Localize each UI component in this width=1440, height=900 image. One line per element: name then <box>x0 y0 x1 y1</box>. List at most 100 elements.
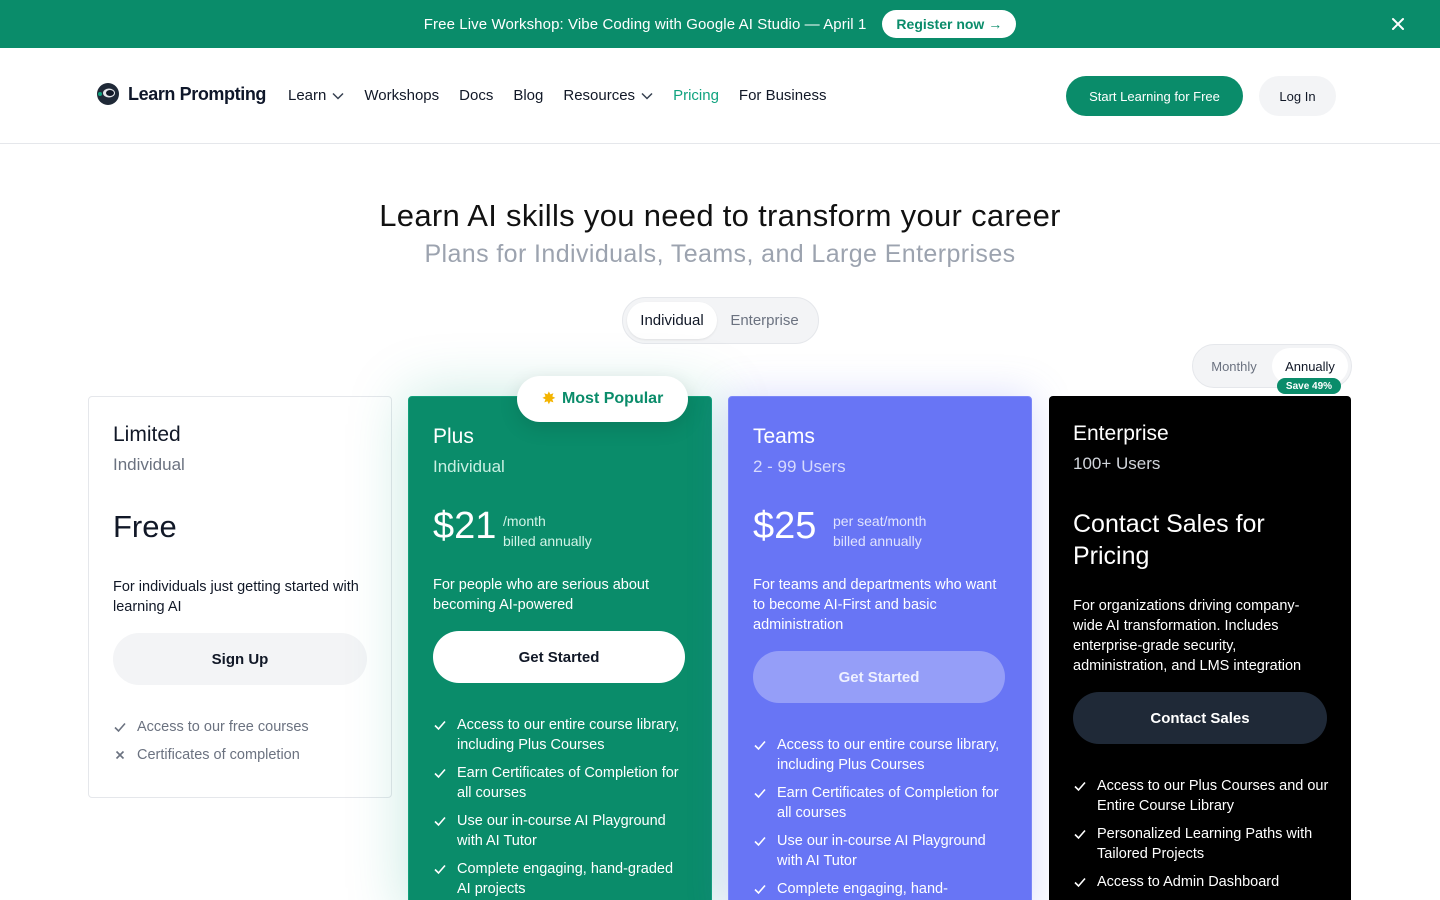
login-button[interactable]: Log In <box>1259 76 1336 116</box>
plan-card-limited: Limited Individual Free For individuals … <box>88 396 392 798</box>
plan-name: Plus <box>433 425 474 448</box>
most-popular-label: Most Popular <box>561 390 664 407</box>
feature-item: Access to our free courses <box>113 717 369 737</box>
check-icon <box>1073 872 1089 892</box>
nav-links: Learn Workshops Docs Blog Resources Pric… <box>288 87 826 104</box>
register-now-button[interactable]: Register now → <box>882 10 1017 38</box>
feature-list: Access to our entire course library, inc… <box>433 715 689 900</box>
check-icon <box>433 811 449 831</box>
feature-list: Access to our Plus Courses and our Entir… <box>1073 776 1329 900</box>
plan-card-teams: Teams 2 - 99 Users $25 per seat/month bi… <box>728 396 1032 900</box>
astronaut-logo-icon <box>97 83 119 105</box>
price-note: billed annually <box>833 533 922 549</box>
nav-for-business[interactable]: For Business <box>739 87 827 104</box>
page-subtitle: Plans for Individuals, Teams, and Large … <box>424 240 1016 268</box>
toggle-individual[interactable]: Individual <box>627 302 717 339</box>
audience-toggle: Individual Enterprise <box>622 297 819 344</box>
top-nav: Learn Prompting Learn Workshops Docs Blo… <box>0 48 1440 144</box>
check-icon <box>113 717 129 737</box>
sparkle-icon: ✸ <box>541 389 556 408</box>
price-unit: /month billed annually <box>503 511 592 551</box>
plan-price: $21 <box>433 505 497 547</box>
price-unit: per seat/month billed annually <box>833 511 926 551</box>
feature-text: Earn Certificates of Completion for all … <box>777 785 999 821</box>
logo[interactable]: Learn Prompting <box>96 82 266 106</box>
promo-banner: Free Live Workshop: Vibe Coding with Goo… <box>0 0 1440 48</box>
check-icon <box>1073 776 1089 796</box>
billing-monthly[interactable]: Monthly <box>1196 348 1272 384</box>
plan-audience: Individual <box>113 455 185 474</box>
nav-blog[interactable]: Blog <box>513 87 543 104</box>
nav-learn-label: Learn <box>288 87 327 104</box>
feature-text: Access to our free courses <box>137 719 309 735</box>
feature-item: Complete engaging, hand- <box>753 879 1009 899</box>
plan-price: Contact Sales for Pricing <box>1073 510 1265 570</box>
feature-item: Personalized Learning Paths with Tailore… <box>1073 824 1329 864</box>
feature-item: Earn Certificates of Completion for all … <box>433 763 689 803</box>
plan-audience: 100+ Users <box>1073 454 1161 473</box>
feature-text: Use our in-course AI Playground with AI … <box>457 813 666 849</box>
feature-item: Access to our Plus Courses and our Entir… <box>1073 776 1329 816</box>
nav-pricing[interactable]: Pricing <box>673 87 719 104</box>
nav-docs[interactable]: Docs <box>459 87 493 104</box>
page-title: Learn AI skills you need to transform yo… <box>379 198 1061 233</box>
plan-name: Enterprise <box>1073 422 1169 445</box>
start-learning-button[interactable]: Start Learning for Free <box>1066 76 1243 116</box>
nav-learn[interactable]: Learn <box>288 87 344 104</box>
plan-name: Teams <box>753 425 815 448</box>
check-icon <box>753 879 769 899</box>
sign-up-button[interactable]: Sign Up <box>113 633 367 685</box>
toggle-enterprise[interactable]: Enterprise <box>717 302 812 339</box>
nav-resources[interactable]: Resources <box>563 87 653 104</box>
check-icon <box>433 859 449 879</box>
plan-price: Free <box>113 509 177 544</box>
feature-item: Use our in-course AI Playground with AI … <box>433 811 689 851</box>
plan-card-enterprise: Enterprise 100+ Users Contact Sales for … <box>1049 396 1351 900</box>
close-icon[interactable] <box>1388 14 1408 34</box>
feature-text: Access to our entire course library, inc… <box>777 737 1000 773</box>
nav-resources-label: Resources <box>563 87 636 104</box>
most-popular-badge: ✸ Most Popular <box>517 376 688 422</box>
feature-item: Certificates of completion <box>113 745 369 765</box>
plan-description: For people who are serious about becomin… <box>433 577 650 613</box>
check-icon <box>1073 824 1089 844</box>
chevron-down-icon <box>332 92 344 100</box>
feature-item: Access to our entire course library, inc… <box>433 715 689 755</box>
plan-name: Limited <box>113 423 181 446</box>
banner-text: Free Live Workshop: Vibe Coding with Goo… <box>423 15 867 33</box>
feature-text: Earn Certificates of Completion for all … <box>457 765 679 801</box>
plan-audience: Individual <box>433 457 505 476</box>
get-started-button[interactable]: Get Started <box>753 651 1005 703</box>
feature-list: Access to our entire course library, inc… <box>753 735 1009 900</box>
feature-text: Access to Admin Dashboard <box>1097 874 1280 890</box>
logo-text: Learn Prompting <box>128 83 267 104</box>
contact-sales-button[interactable]: Contact Sales <box>1073 692 1327 744</box>
price-unit-text: /month <box>503 513 546 529</box>
check-icon <box>433 715 449 735</box>
feature-item: Earn Certificates of Completion for all … <box>753 783 1009 823</box>
feature-item: Access to Admin Dashboard <box>1073 872 1329 892</box>
feature-text: Access to our entire course library, inc… <box>457 717 680 753</box>
feature-text: Complete engaging, hand- <box>777 881 948 897</box>
feature-text: Personalized Learning Paths with Tailore… <box>1097 826 1313 862</box>
feature-item: Complete engaging, hand-graded AI projec… <box>433 859 689 899</box>
save-badge: Save 49% <box>1277 378 1341 394</box>
check-icon <box>753 831 769 851</box>
get-started-button[interactable]: Get Started <box>433 631 685 683</box>
chevron-down-icon <box>641 92 653 100</box>
check-icon <box>753 783 769 803</box>
plan-audience: 2 - 99 Users <box>753 457 846 476</box>
plan-description: For individuals just getting started wit… <box>113 579 359 615</box>
nav-workshops[interactable]: Workshops <box>364 87 439 104</box>
price-unit-text: per seat/month <box>833 513 927 529</box>
feature-text: Certificates of completion <box>137 747 300 763</box>
check-icon <box>753 735 769 755</box>
check-icon <box>433 763 449 783</box>
price-note: billed annually <box>503 533 592 549</box>
feature-item: Use our in-course AI Playground with AI … <box>753 831 1009 871</box>
feature-text: Use our in-course AI Playground with AI … <box>777 833 986 869</box>
feature-list: Access to our free courses Certificates … <box>113 717 369 773</box>
feature-text: Complete engaging, hand-graded AI projec… <box>457 861 674 897</box>
plan-description: For teams and departments who want to be… <box>753 577 997 633</box>
feature-text: Access to our Plus Courses and our Entir… <box>1097 778 1329 814</box>
